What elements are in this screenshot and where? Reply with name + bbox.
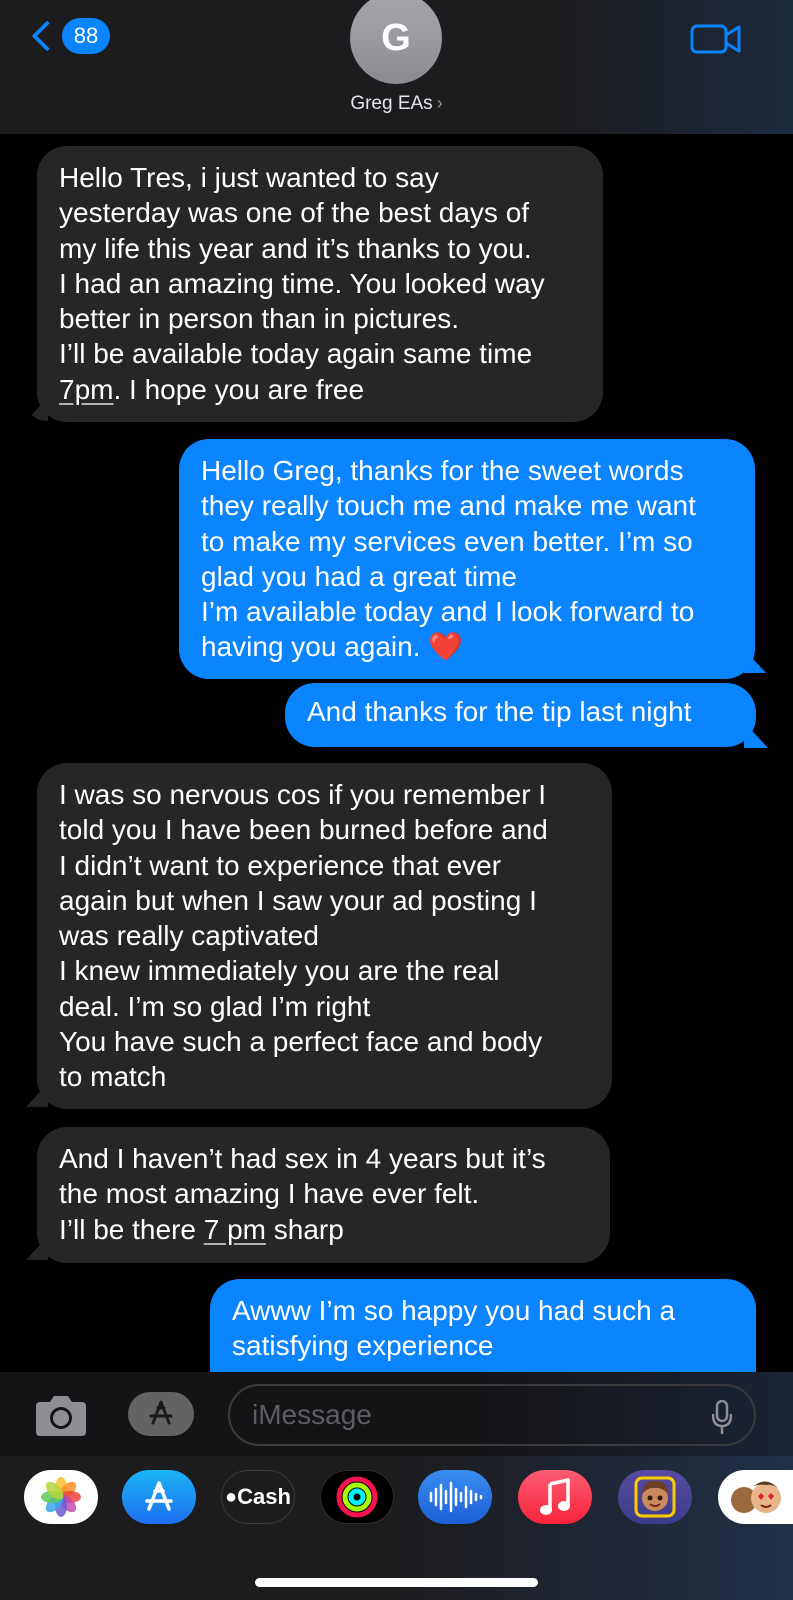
message-text: Awww I’m so happy you had such a satisfy… — [232, 1295, 676, 1362]
message-input-bar — [0, 1372, 793, 1456]
photos-app-icon[interactable] — [24, 1470, 98, 1524]
contact-avatar[interactable]: G — [350, 0, 442, 84]
outgoing-message[interactable]: And thanks for the tip last night — [285, 683, 756, 747]
incoming-message[interactable]: I was so nervous cos if you remember I t… — [37, 763, 612, 1109]
facetime-video-icon[interactable] — [690, 22, 742, 56]
conversation-header: 88 G Greg EAs › — [0, 0, 793, 134]
memoji-face-icon — [634, 1476, 676, 1518]
activity-rings-icon — [336, 1476, 378, 1518]
music-app-icon[interactable] — [518, 1470, 592, 1524]
audio-message-app-icon[interactable] — [418, 1470, 492, 1524]
message-text: I was so nervous cos if you remember I t… — [59, 779, 548, 1093]
contact-name[interactable]: Greg EAs › — [0, 93, 793, 115]
photos-flower-icon — [41, 1477, 81, 1517]
message-text: sharp — [266, 1213, 344, 1245]
incoming-message[interactable]: Hello Tres, i just wanted to say yesterd… — [37, 146, 603, 422]
outgoing-message[interactable]: Hello Greg, thanks for the sweet words t… — [179, 439, 755, 679]
back-button[interactable]: 88 — [28, 18, 110, 54]
memoji-heart-eyes-icon — [730, 1481, 781, 1513]
contact-name-label: Greg EAs — [350, 93, 433, 114]
incoming-message[interactable]: And I haven’t had sex in 4 years but it’… — [37, 1127, 610, 1263]
imessage-input[interactable] — [228, 1384, 756, 1446]
memoji-app-icon[interactable] — [618, 1470, 692, 1524]
camera-icon[interactable] — [32, 1394, 90, 1438]
memoji-stickers-app-icon[interactable] — [718, 1470, 793, 1524]
chevron-right-icon: › — [436, 93, 443, 113]
waveform-icon — [429, 1481, 483, 1513]
time-link[interactable]: 7pm — [59, 374, 113, 405]
microphone-icon[interactable] — [712, 1400, 732, 1434]
unread-count-badge: 88 — [62, 18, 110, 54]
apple-logo-icon: ● — [225, 1485, 238, 1508]
app-store-a-icon — [145, 1481, 173, 1511]
time-link[interactable]: 7 pm — [204, 1214, 266, 1245]
cash-label: Cash — [237, 1484, 291, 1509]
app-store-icon — [149, 1400, 173, 1425]
message-text: And thanks for the tip last night — [307, 696, 692, 727]
message-text: Hello Greg, thanks for the sweet words t… — [201, 455, 696, 663]
music-note-icon — [540, 1478, 570, 1515]
app-store-drawer-button[interactable] — [128, 1392, 194, 1436]
message-text: . I hope you are free — [113, 373, 365, 405]
apple-cash-app-icon[interactable]: ● Cash — [221, 1470, 295, 1524]
home-indicator[interactable] — [255, 1578, 538, 1587]
message-text: Hello Tres, i just wanted to say yesterd… — [59, 162, 545, 370]
app-store-app-icon[interactable] — [122, 1470, 196, 1524]
chevron-left-icon — [31, 20, 63, 52]
fitness-app-icon[interactable] — [320, 1470, 394, 1524]
